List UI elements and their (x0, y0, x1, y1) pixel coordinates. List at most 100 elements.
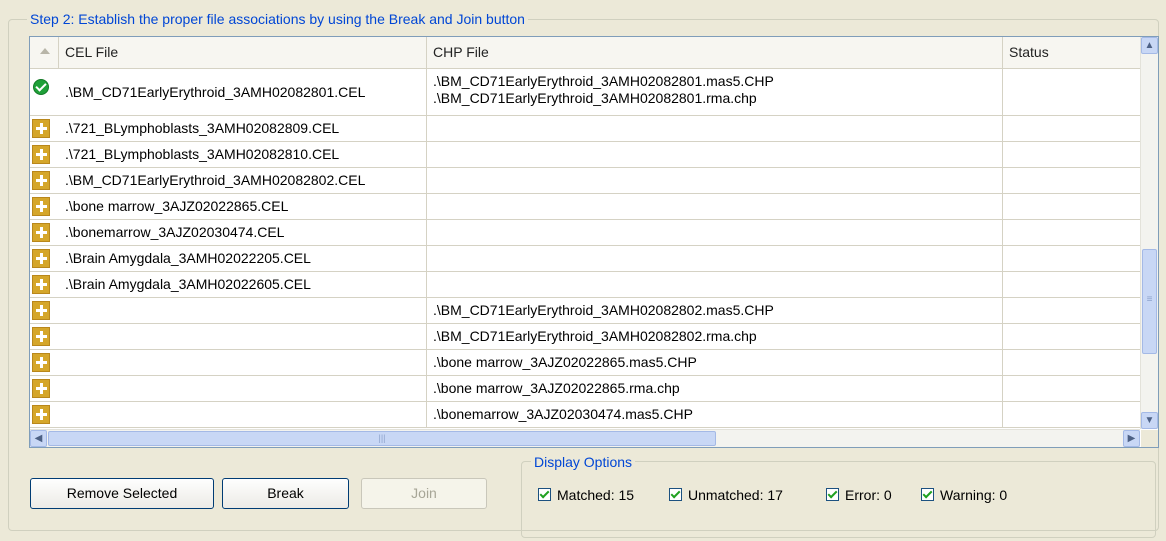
table-row[interactable]: .\bone marrow_3AJZ02022865.CEL (30, 194, 1140, 220)
chp-file-line: .\bone marrow_3AJZ02022865.mas5.CHP (433, 354, 697, 370)
row-status-icon-cell (30, 220, 59, 245)
chp-file-cell[interactable]: .\BM_CD71EarlyErythroid_3AMH02082802.mas… (427, 298, 1003, 323)
row-status-icon-cell (30, 324, 59, 349)
table-row[interactable]: .\721_BLymphoblasts_3AMH02082809.CEL (30, 116, 1140, 142)
row-status-icon-cell (30, 69, 59, 115)
chp-file-cell[interactable]: .\bone marrow_3AJZ02022865.rma.chp (427, 376, 1003, 401)
error-label: Error: 0 (845, 487, 892, 503)
unmatched-plus-icon (32, 301, 50, 320)
row-status-icon-cell (30, 168, 59, 193)
table-row[interactable]: .\BM_CD71EarlyErythroid_3AMH02082801.CEL… (30, 69, 1140, 116)
scroll-up-button[interactable]: ▲ (1141, 37, 1158, 54)
sort-ascending-icon (40, 48, 50, 54)
cel-file-cell[interactable] (59, 402, 427, 427)
cel-file-cell[interactable]: .\BM_CD71EarlyErythroid_3AMH02082802.CEL (59, 168, 427, 193)
table-row[interactable]: .\BM_CD71EarlyErythroid_3AMH02082802.CEL (30, 168, 1140, 194)
matched-checkbox[interactable] (538, 488, 551, 501)
sort-column-header[interactable] (30, 37, 59, 68)
unmatched-plus-icon (32, 197, 50, 216)
chp-file-cell[interactable] (427, 246, 1003, 271)
chp-file-cell[interactable] (427, 168, 1003, 193)
error-checkbox[interactable] (826, 488, 839, 501)
chp-file-cell[interactable]: .\BM_CD71EarlyErythroid_3AMH02082802.rma… (427, 324, 1003, 349)
cel-file-cell[interactable] (59, 324, 427, 349)
chp-file-cell[interactable] (427, 272, 1003, 297)
cel-file-cell[interactable] (59, 298, 427, 323)
row-status-icon-cell (30, 298, 59, 323)
chp-file-cell[interactable] (427, 194, 1003, 219)
step-title: Step 2: Establish the proper file associ… (27, 10, 528, 28)
column-header-chp[interactable]: CHP File (427, 37, 1003, 68)
row-status-icon-cell (30, 194, 59, 219)
table-row[interactable]: .\BM_CD71EarlyErythroid_3AMH02082802.mas… (30, 298, 1140, 324)
chp-file-cell[interactable]: .\bonemarrow_3AJZ02030474.mas5.CHP (427, 402, 1003, 427)
cel-file-cell[interactable]: .\721_BLymphoblasts_3AMH02082809.CEL (59, 116, 427, 141)
table-row[interactable]: .\Brain Amygdala_3AMH02022605.CEL (30, 272, 1140, 298)
chp-file-cell[interactable] (427, 142, 1003, 167)
scrollbar-corner (1141, 430, 1158, 447)
grid-header: CEL File CHP File Status (30, 37, 1140, 69)
status-cell (1003, 402, 1140, 427)
table-row[interactable]: .\Brain Amygdala_3AMH02022205.CEL (30, 246, 1140, 272)
cel-file-cell[interactable] (59, 376, 427, 401)
unmatched-plus-icon (32, 275, 50, 294)
scroll-left-button[interactable]: ◀ (30, 430, 47, 447)
table-row[interactable]: .\BM_CD71EarlyErythroid_3AMH02082802.rma… (30, 324, 1140, 350)
table-row[interactable]: .\bonemarrow_3AJZ02030474.CEL (30, 220, 1140, 246)
row-status-icon-cell (30, 402, 59, 427)
row-status-icon-cell (30, 376, 59, 401)
cel-file-cell[interactable] (59, 350, 427, 375)
scroll-left-icon: ◀ (34, 433, 43, 444)
table-row[interactable]: .\721_BLymphoblasts_3AMH02082810.CEL (30, 142, 1140, 168)
cel-file-cell[interactable]: .\721_BLymphoblasts_3AMH02082810.CEL (59, 142, 427, 167)
chp-file-cell[interactable] (427, 220, 1003, 245)
chp-file-line: .\BM_CD71EarlyErythroid_3AMH02082801.rma… (433, 90, 757, 106)
table-row[interactable]: .\bone marrow_3AJZ02022865.mas5.CHP (30, 350, 1140, 376)
unmatched-label: Unmatched: 17 (688, 487, 783, 503)
chp-file-cell[interactable]: .\bone marrow_3AJZ02022865.mas5.CHP (427, 350, 1003, 375)
unmatched-plus-icon (32, 145, 50, 164)
scroll-right-button[interactable]: ▶ (1123, 430, 1140, 447)
status-cell (1003, 194, 1140, 219)
display-options-title: Display Options (531, 453, 636, 471)
matched-check-icon (33, 79, 49, 95)
remove-selected-button[interactable]: Remove Selected (30, 478, 214, 509)
status-cell (1003, 376, 1140, 401)
warning-label: Warning: 0 (940, 487, 1008, 503)
matched-label: Matched: 15 (557, 487, 635, 503)
scroll-down-icon: ▼ (1144, 415, 1155, 426)
chp-file-line: .\bonemarrow_3AJZ02030474.mas5.CHP (433, 406, 693, 422)
horizontal-scroll-thumb[interactable]: ||| (48, 431, 716, 446)
break-button[interactable]: Break (222, 478, 349, 509)
status-cell (1003, 350, 1140, 375)
join-button[interactable]: Join (361, 478, 487, 509)
cel-file-cell[interactable]: .\bonemarrow_3AJZ02030474.CEL (59, 220, 427, 245)
cel-file-cell[interactable]: .\BM_CD71EarlyErythroid_3AMH02082801.CEL (59, 69, 427, 115)
horizontal-scrollbar[interactable]: ◀ ||| ▶ (30, 429, 1140, 447)
status-cell (1003, 298, 1140, 323)
vertical-scroll-thumb[interactable]: ≡ (1142, 249, 1157, 354)
chp-file-line: .\bone marrow_3AJZ02022865.rma.chp (433, 380, 680, 396)
column-header-status[interactable]: Status (1003, 37, 1140, 68)
table-row[interactable]: .\bone marrow_3AJZ02022865.rma.chp (30, 376, 1140, 402)
hgrip-icon: ||| (378, 433, 386, 443)
file-association-grid[interactable]: CEL File CHP File Status .\BM_CD71EarlyE… (29, 36, 1159, 448)
cel-file-cell[interactable]: .\bone marrow_3AJZ02022865.CEL (59, 194, 427, 219)
scroll-down-button[interactable]: ▼ (1141, 412, 1158, 429)
column-header-cel[interactable]: CEL File (59, 37, 427, 68)
status-cell (1003, 142, 1140, 167)
chp-file-cell[interactable] (427, 116, 1003, 141)
unmatched-plus-icon (32, 353, 50, 372)
unmatched-plus-icon (32, 249, 50, 268)
scroll-up-icon: ▲ (1144, 40, 1155, 51)
cel-file-cell[interactable]: .\Brain Amygdala_3AMH02022605.CEL (59, 272, 427, 297)
warning-checkbox[interactable] (921, 488, 934, 501)
chp-file-line: .\BM_CD71EarlyErythroid_3AMH02082802.mas… (433, 302, 774, 318)
table-row[interactable]: .\bonemarrow_3AJZ02030474.mas5.CHP (30, 402, 1140, 428)
chp-file-cell[interactable]: .\BM_CD71EarlyErythroid_3AMH02082801.mas… (427, 69, 1003, 115)
vertical-scrollbar[interactable]: ▲ ≡ ▼ (1140, 37, 1158, 429)
status-cell (1003, 246, 1140, 271)
status-cell (1003, 69, 1140, 115)
cel-file-cell[interactable]: .\Brain Amygdala_3AMH02022205.CEL (59, 246, 427, 271)
unmatched-checkbox[interactable] (669, 488, 682, 501)
